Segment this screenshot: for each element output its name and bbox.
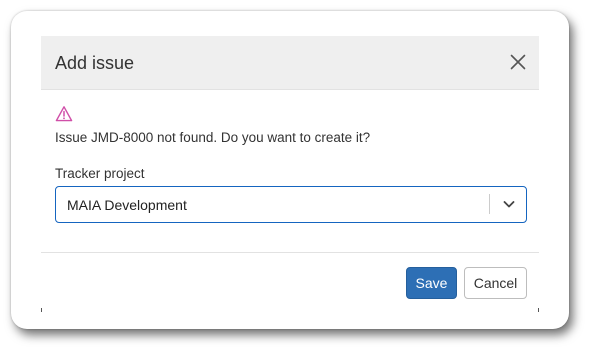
tracker-project-label: Tracker project: [55, 166, 145, 181]
corner-mark: [41, 308, 42, 312]
add-issue-dialog: Add issue Issue JMD-8000 not found. Do y…: [41, 36, 539, 312]
cancel-button[interactable]: Cancel: [464, 267, 527, 299]
warning-triangle-icon: [55, 106, 73, 122]
close-icon: [510, 54, 526, 70]
dialog-title: Add issue: [55, 53, 135, 73]
screenshot-stage: Add issue Issue JMD-8000 not found. Do y…: [0, 0, 600, 360]
corner-mark: [538, 308, 539, 312]
save-button[interactable]: Save: [406, 267, 457, 299]
chevron-down-icon[interactable]: [501, 196, 517, 212]
close-button[interactable]: [505, 49, 531, 75]
select-separator: [489, 194, 490, 214]
tracker-project-select[interactable]: MAIA Development: [55, 186, 527, 223]
dialog-header: Add issue: [41, 36, 539, 90]
not-found-message: Issue JMD-8000 not found. Do you want to…: [55, 130, 371, 145]
tracker-project-value: MAIA Development: [67, 197, 187, 213]
footer-divider: [41, 252, 539, 253]
